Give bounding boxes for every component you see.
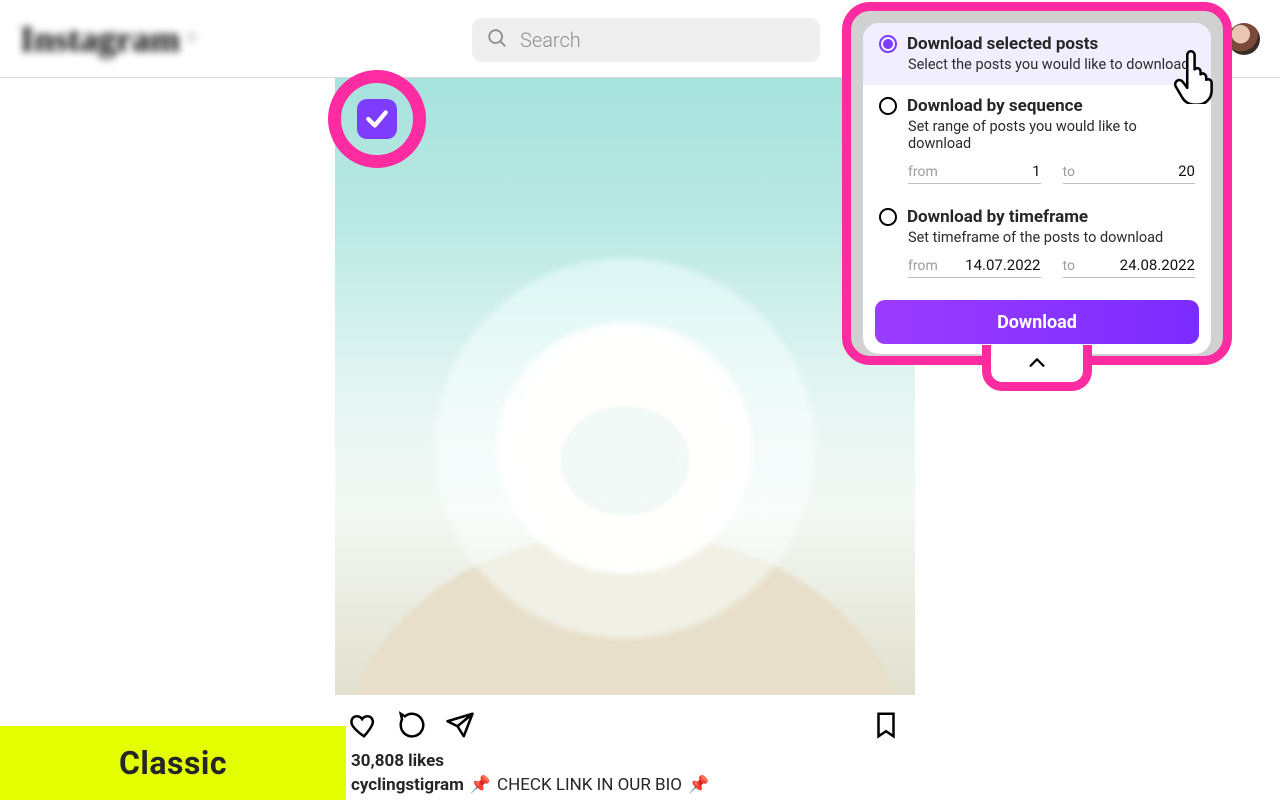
- sequence-to-input[interactable]: to 20: [1063, 162, 1196, 184]
- post-action-bar: [335, 695, 915, 745]
- classic-badge: Classic: [0, 726, 346, 800]
- post-select-checkbox[interactable]: [357, 99, 397, 139]
- search-input[interactable]: Search: [472, 18, 820, 62]
- caption-emoji-2: 📌: [688, 775, 709, 795]
- sequence-to-value: 20: [1178, 162, 1195, 180]
- option-sequence-subtitle: Set range of posts you would like to dow…: [908, 118, 1195, 152]
- from-label: from: [908, 164, 938, 180]
- download-button-label: Download: [997, 312, 1077, 333]
- avatar[interactable]: [1228, 23, 1260, 55]
- option-selected-title: Download selected posts: [907, 34, 1098, 54]
- post-image[interactable]: [335, 78, 915, 695]
- option-sequence-title: Download by sequence: [907, 96, 1083, 116]
- logo-text: Instagram: [20, 18, 180, 60]
- timeframe-to-input[interactable]: to 24.08.2022: [1063, 256, 1196, 278]
- timeframe-to-value: 24.08.2022: [1120, 256, 1195, 274]
- option-download-sequence[interactable]: Download by sequence Set range of posts …: [863, 85, 1211, 196]
- likes-count[interactable]: 30,808 likes: [335, 745, 915, 771]
- from-label: from: [908, 258, 938, 274]
- cursor-pointer-icon: [1170, 48, 1216, 104]
- chevron-down-icon: ▾: [188, 30, 195, 47]
- radio-sequence-icon[interactable]: [879, 97, 897, 115]
- selection-highlight: [328, 70, 426, 168]
- classic-label: Classic: [119, 744, 227, 782]
- comment-icon[interactable]: [397, 710, 427, 740]
- search-icon: [486, 27, 508, 53]
- sequence-from-input[interactable]: from 1: [908, 162, 1041, 184]
- like-icon[interactable]: [349, 710, 379, 740]
- timeframe-from-value: 14.07.2022: [965, 256, 1040, 274]
- bookmark-icon[interactable]: [871, 710, 901, 740]
- timeframe-from-input[interactable]: from 14.07.2022: [908, 256, 1041, 278]
- to-label: to: [1063, 164, 1075, 180]
- option-timeframe-title: Download by timeframe: [907, 207, 1088, 227]
- chevron-up-icon: [991, 344, 1083, 382]
- share-icon[interactable]: [445, 710, 475, 740]
- caption-text: CHECK LINK IN OUR BIO: [497, 775, 682, 795]
- search-placeholder: Search: [520, 28, 581, 52]
- option-download-selected[interactable]: Download selected posts Select the posts…: [863, 23, 1211, 85]
- download-button[interactable]: Download: [875, 300, 1199, 344]
- sequence-from-value: 1: [1032, 162, 1040, 180]
- to-label: to: [1063, 258, 1075, 274]
- option-download-timeframe[interactable]: Download by timeframe Set timeframe of t…: [863, 196, 1211, 290]
- radio-selected-icon[interactable]: [879, 35, 897, 53]
- downloader-panel-highlight: Download selected posts Select the posts…: [842, 2, 1232, 365]
- logo[interactable]: Instagram ▾: [20, 18, 195, 60]
- option-timeframe-subtitle: Set timeframe of the posts to download: [908, 229, 1195, 246]
- post-caption: cyclingstigram 📌 CHECK LINK IN OUR BIO 📌: [335, 771, 915, 795]
- feed-post: 30,808 likes cyclingstigram 📌 CHECK LINK…: [335, 78, 915, 795]
- caption-emoji: 📌: [470, 775, 491, 795]
- caption-username[interactable]: cyclingstigram: [351, 775, 464, 795]
- radio-timeframe-icon[interactable]: [879, 208, 897, 226]
- option-selected-subtitle: Select the posts you would like to downl…: [908, 56, 1195, 73]
